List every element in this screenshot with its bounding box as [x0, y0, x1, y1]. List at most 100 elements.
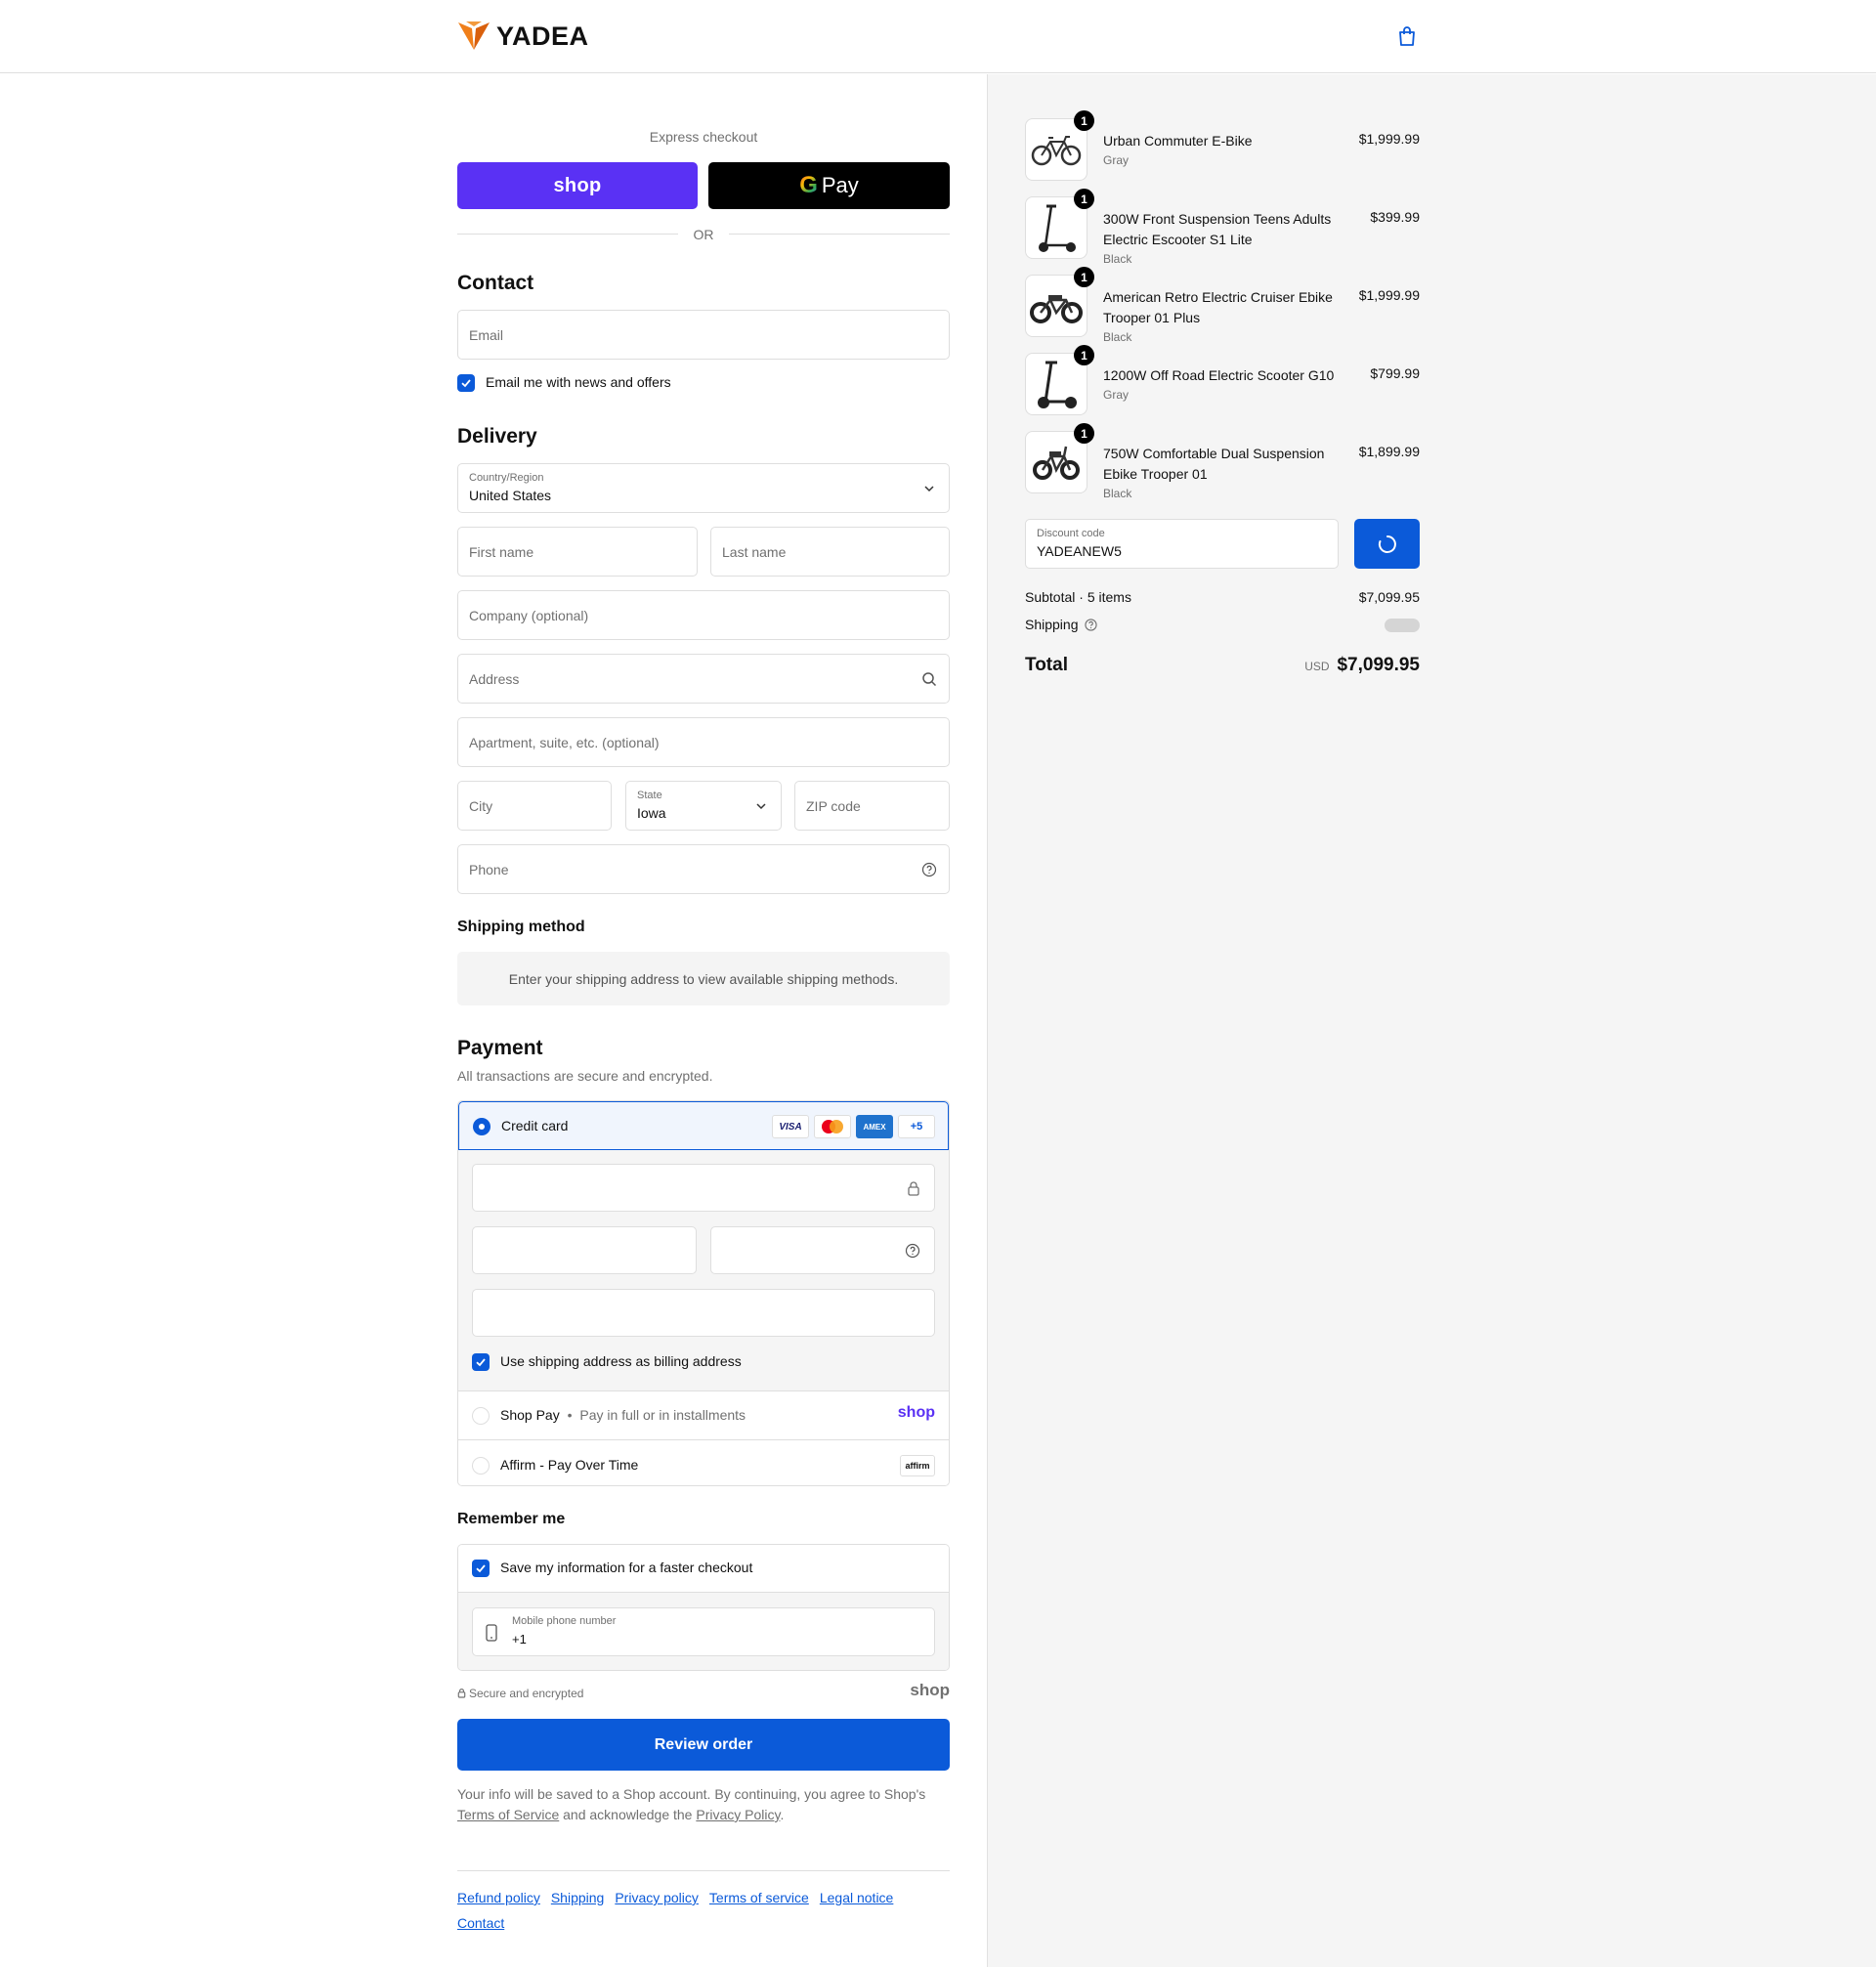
shop-pay-description: Pay in full or in installments: [579, 1407, 746, 1423]
save-info-row[interactable]: Save my information for a faster checkou…: [458, 1545, 949, 1593]
item-price: $399.99: [1370, 209, 1420, 225]
search-icon: [922, 672, 937, 687]
shop-pay-radio[interactable]: [472, 1407, 490, 1425]
billing-same-checkbox[interactable]: [472, 1353, 490, 1371]
shipping-method-notice: Enter your shipping address to view avai…: [457, 952, 950, 1005]
shipping-link[interactable]: Shipping: [551, 1890, 605, 1905]
quantity-badge: 1: [1074, 189, 1094, 209]
country-label: Country/Region: [469, 472, 544, 484]
payment-subtitle: All transactions are secure and encrypte…: [457, 1068, 713, 1084]
chevron-down-icon: [756, 803, 766, 810]
total-value: $7,099.95: [1337, 655, 1420, 675]
affirm-logo: affirm: [900, 1455, 935, 1476]
footer-links: Refund policy Shipping Privacy policy Terms…: [457, 1885, 950, 1936]
item-name: American Retro Electric Cruiser Ebike Tr…: [1103, 289, 1333, 325]
bicycle-icon: [1031, 136, 1082, 166]
quantity-badge: 1: [1074, 110, 1094, 131]
item-variant: Black: [1103, 252, 1132, 266]
name-on-card-field[interactable]: [472, 1289, 935, 1337]
company-placeholder: Company (optional): [469, 608, 589, 623]
security-code-field[interactable]: [710, 1226, 935, 1274]
expiry-field[interactable]: [472, 1226, 697, 1274]
contact-heading: Contact: [457, 272, 534, 294]
lock-icon: [908, 1181, 919, 1196]
mobile-phone-icon: [486, 1624, 497, 1642]
help-circle-icon[interactable]: [905, 1243, 920, 1259]
credit-card-radio[interactable]: [473, 1118, 490, 1135]
legal-notice: Your info will be saved to a Shop accoun…: [457, 1784, 950, 1825]
ebike-icon: [1033, 446, 1080, 480]
privacy-policy-link[interactable]: Privacy Policy: [696, 1807, 780, 1822]
apartment-field[interactable]: Apartment, suite, etc. (optional): [457, 717, 950, 767]
remember-me-heading: Remember me: [457, 1511, 566, 1527]
more-cards-badge: +5: [898, 1115, 935, 1138]
terms-of-service-link[interactable]: Terms of Service: [457, 1807, 559, 1822]
affirm-option[interactable]: Affirm - Pay Over Time affirm: [458, 1440, 949, 1485]
google-pay-button[interactable]: G Pay: [708, 162, 950, 209]
mobile-phone-label: Mobile phone number: [512, 1615, 617, 1627]
help-circle-icon[interactable]: [921, 862, 937, 877]
item-name: 750W Comfortable Dual Suspension Ebike T…: [1103, 446, 1325, 482]
shop-pay-separator: •: [567, 1407, 573, 1423]
shop-pay-option[interactable]: Shop Pay • Pay in full or in installment…: [458, 1391, 949, 1440]
subtotal-row: Subtotal · 5 items $7,099.95: [1025, 589, 1420, 605]
last-name-placeholder: Last name: [722, 544, 787, 560]
visa-icon: VISA: [772, 1115, 809, 1138]
billing-same-label: Use shipping address as billing address: [500, 1353, 742, 1369]
help-circle-icon[interactable]: [1085, 619, 1098, 631]
legal-notice-link[interactable]: Legal notice: [820, 1890, 894, 1905]
privacy-policy-footer-link[interactable]: Privacy policy: [615, 1890, 699, 1905]
header: YADEA: [0, 0, 1876, 73]
delivery-heading: Delivery: [457, 425, 537, 448]
zip-field[interactable]: ZIP code: [794, 781, 950, 831]
credit-card-form: Use shipping address as billing address: [458, 1150, 949, 1391]
apply-discount-button[interactable]: [1354, 519, 1420, 569]
phone-field[interactable]: Phone: [457, 844, 950, 894]
address-field[interactable]: Address: [457, 654, 950, 704]
shop-pay-logo: shop: [897, 1404, 935, 1421]
state-select[interactable]: State Iowa: [625, 781, 782, 831]
first-name-field[interactable]: First name: [457, 527, 698, 577]
card-number-field[interactable]: [472, 1164, 935, 1212]
discount-code-input[interactable]: Discount code YADEANEW5: [1025, 519, 1339, 569]
save-info-checkbox[interactable]: [472, 1560, 490, 1577]
contact-link[interactable]: Contact: [457, 1915, 504, 1931]
phone-placeholder: Phone: [469, 862, 509, 877]
state-value: Iowa: [637, 805, 666, 821]
company-field[interactable]: Company (optional): [457, 590, 950, 640]
remember-me-box: Save my information for a faster checkou…: [457, 1544, 950, 1671]
terms-of-service-footer-link[interactable]: Terms of service: [709, 1890, 809, 1905]
item-name: 300W Front Suspension Teens Adults Elect…: [1103, 211, 1332, 247]
email-field[interactable]: Email: [457, 310, 950, 360]
subtotal-value: $7,099.95: [1358, 589, 1420, 605]
news-checkbox-label: Email me with news and offers: [486, 374, 671, 390]
first-name-placeholder: First name: [469, 544, 534, 560]
city-field[interactable]: City: [457, 781, 612, 831]
item-name: Urban Commuter E-Bike: [1103, 133, 1253, 149]
google-pay-label: Pay: [821, 173, 859, 197]
shipping-loading-placeholder: [1385, 619, 1420, 632]
item-variant: Black: [1103, 487, 1132, 500]
shop-pay-label: shop: [553, 174, 602, 196]
refund-policy-link[interactable]: Refund policy: [457, 1890, 540, 1905]
brand-logo[interactable]: YADEA: [457, 20, 589, 53]
mobile-phone-field[interactable]: Mobile phone number +1: [472, 1607, 935, 1656]
shopping-bag-icon[interactable]: [1397, 25, 1417, 47]
loading-spinner-icon: [1378, 535, 1396, 553]
shipping-row: Shipping: [1025, 617, 1420, 632]
google-g-icon: G: [799, 172, 818, 198]
country-select[interactable]: Country/Region United States: [457, 463, 950, 513]
news-checkbox[interactable]: [457, 374, 475, 392]
affirm-radio[interactable]: [472, 1457, 490, 1475]
item-variant: Gray: [1103, 388, 1130, 402]
item-variant: Black: [1103, 330, 1132, 344]
review-order-button[interactable]: Review order: [457, 1719, 950, 1771]
quantity-badge: 1: [1074, 423, 1094, 444]
last-name-field[interactable]: Last name: [710, 527, 950, 577]
payment-methods: Credit card VISA AMEX +5 Use shipping ad…: [457, 1100, 950, 1486]
mobile-phone-value: +1: [512, 1632, 527, 1646]
shop-pay-express-button[interactable]: shop: [457, 162, 698, 209]
credit-card-option[interactable]: Credit card VISA AMEX +5: [458, 1101, 949, 1150]
footer-divider: [457, 1870, 950, 1871]
total-label: Total: [1025, 655, 1068, 675]
